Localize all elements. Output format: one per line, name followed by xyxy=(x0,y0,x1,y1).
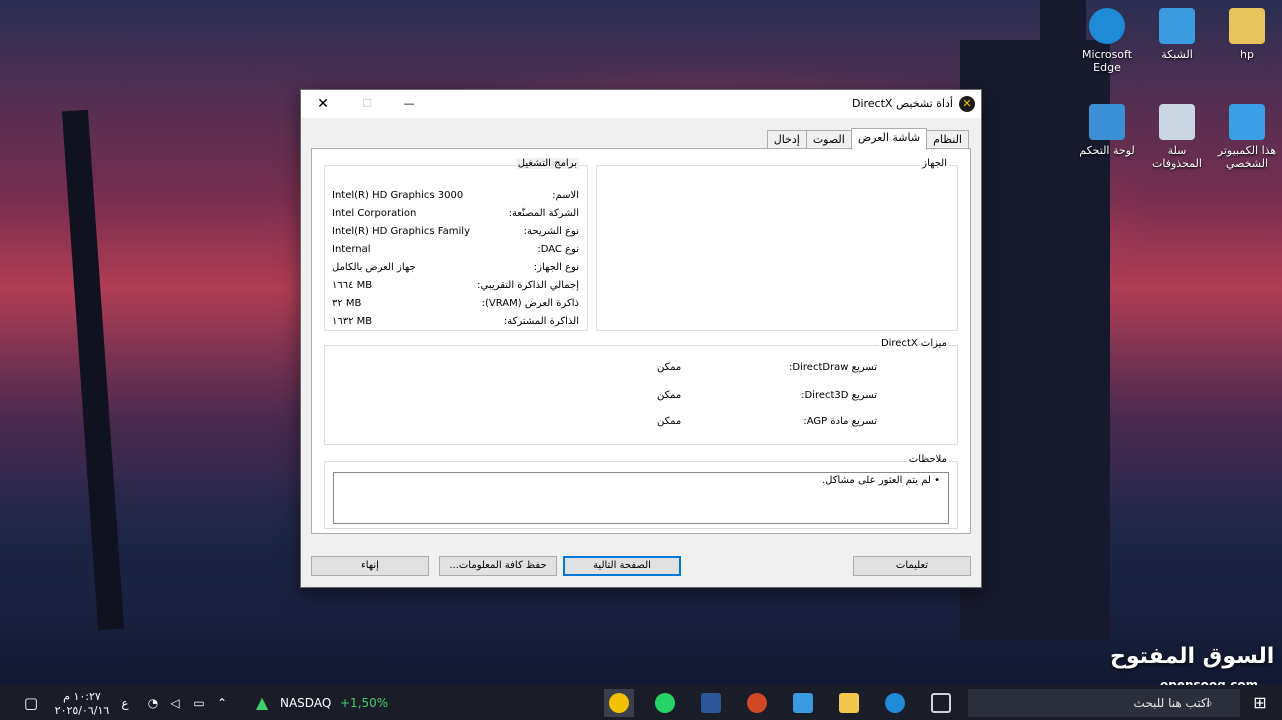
whatsapp-taskbar-button[interactable] xyxy=(650,689,680,717)
directx-features-label: ميزات DirectX xyxy=(878,338,949,349)
input-language[interactable]: ع xyxy=(116,689,134,717)
device-vram-row: ذاكرة العرض (VRAM): ٣٢ MB xyxy=(332,298,579,309)
direct3d-row: تسريع Direct3D: ممكن xyxy=(657,390,877,401)
device-name-row: الاسم: Intel(R) HD Graphics 3000 xyxy=(332,190,579,201)
tab-sound[interactable]: الصوت xyxy=(805,130,852,149)
display-tab-panel: برامج التشغيل الاسم: Intel(R) HD Graphic… xyxy=(311,148,971,534)
device-shared-memory-row: الذاكرة المشتركة: ١٦٣٢ MB xyxy=(332,316,579,327)
task-view-button[interactable] xyxy=(926,689,956,717)
maximize-button[interactable]: ☐ xyxy=(345,90,389,118)
desktop-icon-control-panel[interactable]: لوحة التحكم xyxy=(1077,104,1137,157)
notes-group: ملاحظات • لم يتم العثور على مشاكل. xyxy=(324,454,958,529)
word-taskbar-button[interactable] xyxy=(696,689,726,717)
desktop-icon-recycle-bin[interactable]: سلة المحذوفات xyxy=(1147,104,1207,170)
device-total-memory-row: إجمالي الذاكرة التقريبي: ١٦٦٤ MB xyxy=(332,280,579,291)
desktop-icon-this-pc[interactable]: هذا الكمبيوتر الشخصي xyxy=(1217,104,1277,170)
windows-start-icon[interactable]: ⊞ xyxy=(1246,689,1274,717)
directdraw-row: تسريع DirectDraw: ممكن xyxy=(657,362,877,373)
chevron-up-icon[interactable]: ⌃ xyxy=(212,689,232,717)
note-item: • لم يتم العثور على مشاكل. xyxy=(821,475,940,486)
tab-input[interactable]: إدخال xyxy=(766,130,807,149)
control-panel-icon xyxy=(1089,104,1125,140)
device-manufacturer-row: الشركة المصنّعة: Intel Corporation xyxy=(332,208,579,219)
next-page-button[interactable]: الصفحة التالية xyxy=(563,556,681,576)
stock-name[interactable]: NASDAQ xyxy=(280,689,338,717)
title-bar[interactable]: ✕ أداة تشخيص DirectX ✕ ☐ — xyxy=(301,90,981,118)
wifi-icon[interactable]: ◔ xyxy=(142,689,164,717)
network-icon xyxy=(1159,8,1195,44)
help-button[interactable]: تعليمات xyxy=(853,556,971,576)
edge-taskbar-button[interactable] xyxy=(880,689,910,717)
directx-features-group: ميزات DirectX تسريع DirectDraw: ممكن تسر… xyxy=(324,338,958,445)
device-group: برامج التشغيل الاسم: Intel(R) HD Graphic… xyxy=(324,158,588,331)
notification-icon[interactable]: ▢ xyxy=(18,689,44,717)
directx-icon: ✕ xyxy=(959,96,975,112)
exit-button[interactable]: إنهاء xyxy=(311,556,429,576)
device-chip-type-row: نوع الشريحة: Intel(R) HD Graphics Family xyxy=(332,226,579,237)
taskbar: ▢ ١٠:٢٧ م ٢٠٢٥/٠٦/١٦ ع ◔ ◁ ▭ ⌃ ▲ NASDAQ … xyxy=(0,685,1282,720)
minimize-button[interactable]: — xyxy=(387,90,431,118)
drivers-group: الجهاز xyxy=(596,158,958,331)
powerpoint-taskbar-icon xyxy=(747,693,767,713)
stock-change: +1,50% xyxy=(340,696,389,710)
clock[interactable]: ١٠:٢٧ م ٢٠٢٥/٠٦/١٦ xyxy=(52,689,112,717)
close-button[interactable]: ✕ xyxy=(301,90,345,118)
recycle-bin-icon xyxy=(1159,104,1195,140)
task-view-icon xyxy=(931,693,951,713)
search-icon: ⌕ xyxy=(1206,696,1213,710)
notes-box[interactable]: • لم يتم العثور على مشاكل. xyxy=(333,472,949,524)
this-pc-icon xyxy=(1229,104,1265,140)
user-folder-icon xyxy=(1229,8,1265,44)
watermark-brand: السوق المفتوح xyxy=(1110,644,1275,669)
dxdiag-taskbar-icon xyxy=(609,693,629,713)
device-group-label: الجهاز xyxy=(920,158,949,169)
clock-date: ٢٠٢٥/٠٦/١٦ xyxy=(54,704,110,717)
tab-strip: النظام شاشة العرض الصوت إدخال xyxy=(766,128,969,150)
volume-icon[interactable]: ◁ xyxy=(164,689,186,717)
store-taskbar-icon xyxy=(793,693,813,713)
save-all-information-button[interactable]: حفظ كافة المعلومات... xyxy=(439,556,557,576)
whatsapp-taskbar-icon xyxy=(655,693,675,713)
stock-chart-icon: ▲ xyxy=(255,693,269,712)
window-title: أداة تشخيص DirectX xyxy=(851,97,953,110)
drivers-group-label: برامج التشغيل xyxy=(515,158,579,169)
desktop-icon-edge[interactable]: Microsoft Edge xyxy=(1077,8,1137,74)
explorer-taskbar-button[interactable] xyxy=(834,689,864,717)
desktop-icon-hp[interactable]: hp xyxy=(1217,8,1277,61)
explorer-taskbar-icon xyxy=(839,693,859,713)
battery-icon[interactable]: ▭ xyxy=(188,689,210,717)
dxdiag-taskbar-button[interactable] xyxy=(604,689,634,717)
powerpoint-taskbar-button[interactable] xyxy=(742,689,772,717)
desktop-icon-network[interactable]: الشبكة xyxy=(1147,8,1207,61)
dxdiag-window: ✕ أداة تشخيص DirectX ✕ ☐ — النظام شاشة ا… xyxy=(300,89,982,588)
word-taskbar-icon xyxy=(701,693,721,713)
agp-row: تسريع مادة AGP: ممكن xyxy=(657,416,877,427)
edge-taskbar-icon xyxy=(885,693,905,713)
device-dac-type-row: نوع DAC: Internal xyxy=(332,244,579,255)
store-taskbar-button[interactable] xyxy=(788,689,818,717)
notes-label: ملاحظات xyxy=(906,454,949,465)
tab-display[interactable]: شاشة العرض xyxy=(850,128,928,150)
device-type-row: نوع الجهاز: جهاز العرض بالكامل xyxy=(332,262,579,273)
tab-system[interactable]: النظام xyxy=(926,130,969,149)
clock-time: ١٠:٢٧ م xyxy=(63,690,101,703)
search-box[interactable]: اكتب هنا للبحث ⌕ xyxy=(968,689,1240,717)
edge-icon xyxy=(1089,8,1125,44)
